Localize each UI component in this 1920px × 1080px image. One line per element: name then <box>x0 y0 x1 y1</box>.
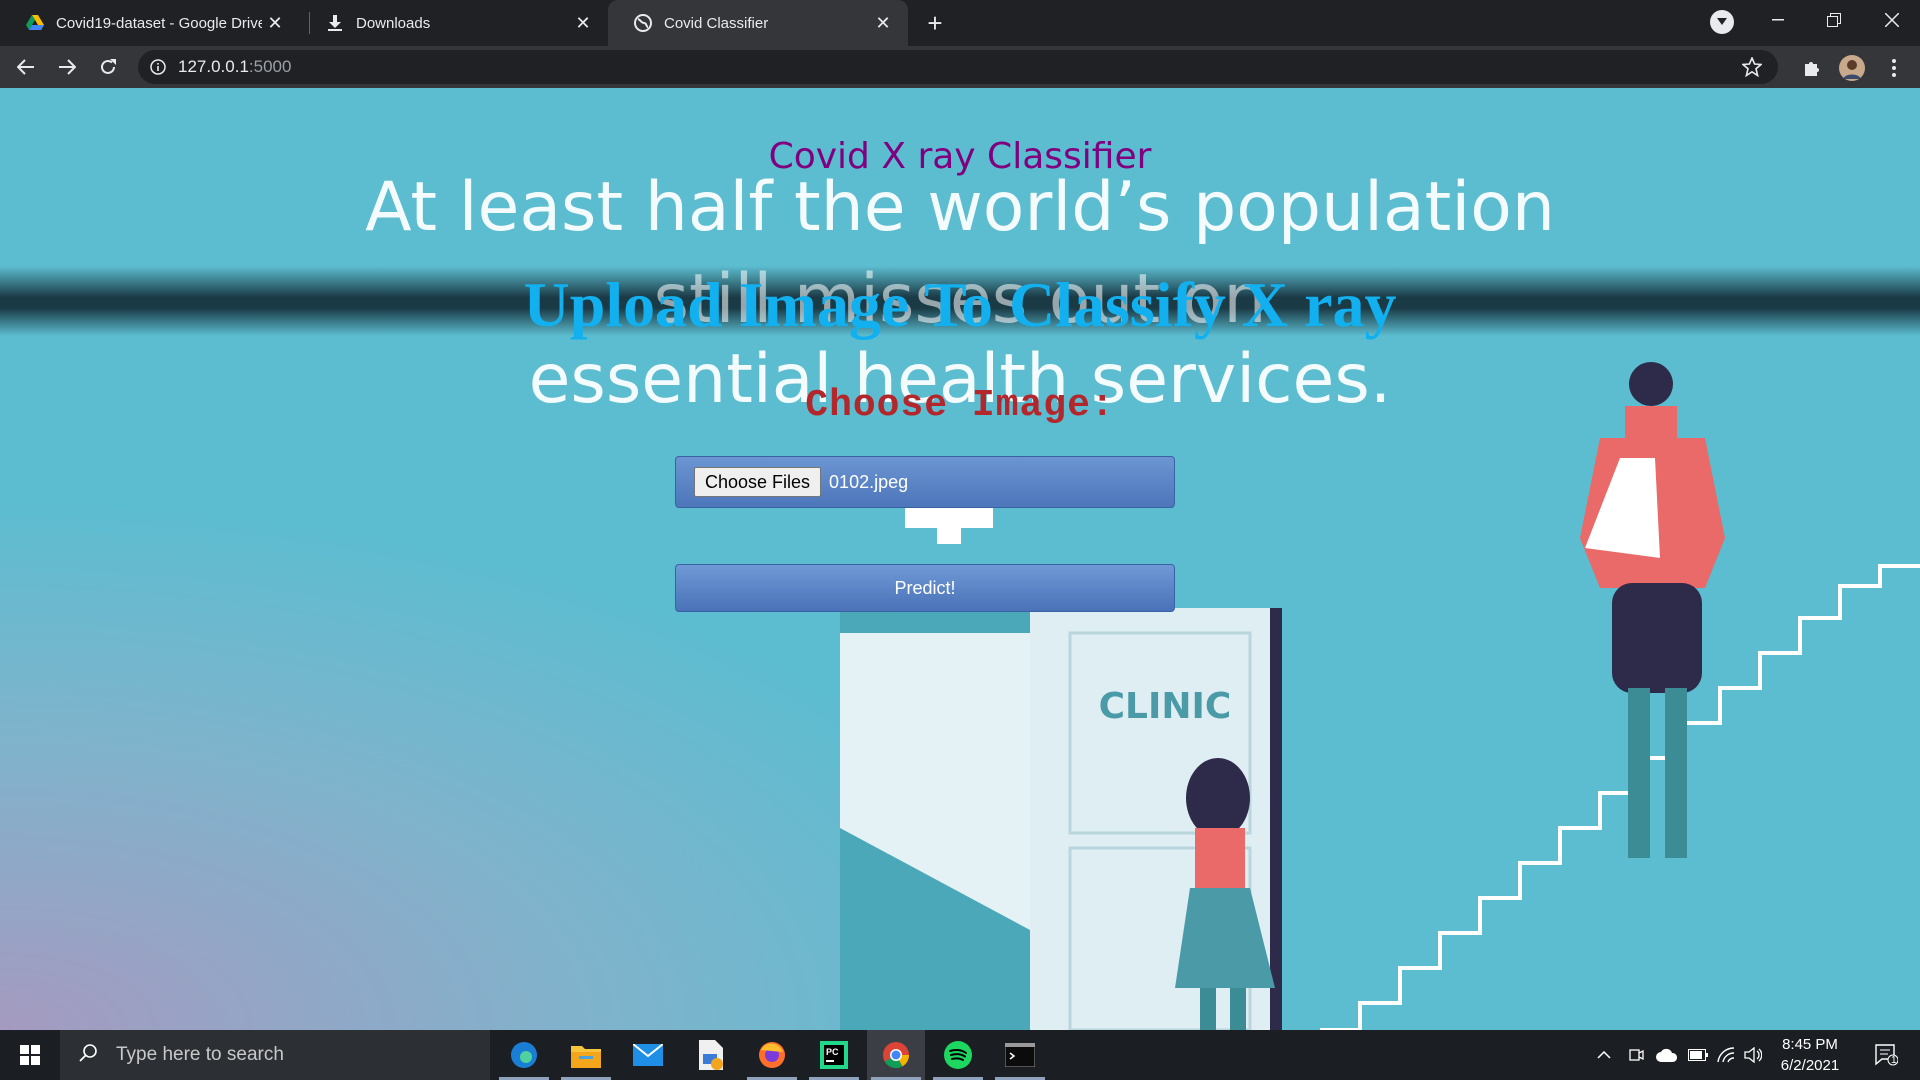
onedrive-cloud-icon[interactable] <box>1652 1030 1682 1080</box>
tab-covid-classifier[interactable]: Covid Classifier ✕ <box>608 0 908 46</box>
choose-image-label: Choose Image: <box>805 384 1115 427</box>
address-bar[interactable]: 127.0.0.1 :5000 <box>138 50 1778 84</box>
tab-title: Covid19-dataset - Google Drive <box>56 14 262 32</box>
google-drive-icon <box>26 14 44 32</box>
notification-count: 1 <box>1891 1055 1897 1066</box>
tab-google-drive[interactable]: Covid19-dataset - Google Drive ✕ <box>0 0 300 46</box>
browser-toolbar: 127.0.0.1 :5000 <box>0 46 1920 88</box>
tab-title: Covid Classifier <box>664 14 769 32</box>
restore-icon[interactable] <box>1806 0 1862 40</box>
upload-heading: Upload Image To Classify X ray <box>523 269 1397 340</box>
clinic-sign: CLINIC <box>1098 686 1232 727</box>
mail-icon[interactable] <box>619 1030 677 1080</box>
show-hidden-icons-chevron-icon[interactable] <box>1590 1030 1618 1080</box>
spotify-icon[interactable] <box>929 1030 987 1080</box>
tab-close-icon[interactable]: ✕ <box>570 10 596 36</box>
file-explorer-icon[interactable] <box>557 1030 615 1080</box>
url-host: 127.0.0.1 <box>178 57 249 76</box>
minimize-icon[interactable] <box>1750 0 1806 40</box>
clock-date: 6/2/2021 <box>1780 1057 1840 1074</box>
extensions-puzzle-icon[interactable] <box>1798 54 1826 82</box>
predict-button[interactable]: Predict! <box>675 564 1175 612</box>
svg-text:PC: PC <box>826 1047 839 1057</box>
firefox-icon[interactable] <box>743 1030 801 1080</box>
tab-close-icon[interactable]: ✕ <box>870 10 896 36</box>
search-placeholder: Type here to search <box>116 1044 284 1065</box>
windows-taskbar: Type here to search PC 8:45 PM 6/2/2021 … <box>0 1030 1920 1080</box>
forward-arrow-icon[interactable] <box>51 51 83 83</box>
download-icon <box>326 14 344 32</box>
browser-tabstrip: Covid19-dataset - Google Drive ✕ Downloa… <box>0 0 1920 46</box>
notification-center-icon[interactable]: 1 <box>1862 1030 1910 1080</box>
tab-close-icon[interactable]: ✕ <box>262 10 288 36</box>
bookmark-star-icon[interactable] <box>1740 55 1764 79</box>
tab-search-chevron-icon[interactable] <box>1710 10 1734 34</box>
globe-icon <box>634 14 652 32</box>
taskbar-clock[interactable]: 8:45 PM 6/2/2021 <box>1760 1034 1860 1076</box>
site-info-icon[interactable] <box>150 59 166 75</box>
chrome-menu-icon[interactable] <box>1880 54 1908 82</box>
search-icon <box>78 1043 98 1068</box>
edge-icon[interactable] <box>495 1030 553 1080</box>
new-tab-plus-icon[interactable]: + <box>920 8 950 38</box>
profile-avatar[interactable] <box>1838 54 1866 82</box>
terminal-icon[interactable] <box>991 1030 1049 1080</box>
url-port: :5000 <box>248 57 292 76</box>
battery-icon[interactable] <box>1684 1030 1712 1080</box>
close-window-icon[interactable] <box>1864 0 1920 40</box>
pycharm-icon[interactable]: PC <box>805 1030 863 1080</box>
wifi-icon[interactable] <box>1712 1030 1740 1080</box>
file-tool-icon[interactable] <box>681 1030 739 1080</box>
chrome-icon[interactable] <box>867 1030 925 1080</box>
reload-icon[interactable] <box>92 51 124 83</box>
taskbar-search-box[interactable]: Type here to search <box>60 1030 490 1080</box>
clock-time: 8:45 PM <box>1782 1036 1838 1053</box>
tab-downloads[interactable]: Downloads ✕ <box>300 0 608 46</box>
file-input[interactable]: Choose Files 0102.jpeg <box>675 456 1175 508</box>
tab-title: Downloads <box>356 14 431 32</box>
site-title: Covid X ray Classifier <box>768 136 1152 177</box>
windows-start-icon[interactable] <box>0 1030 60 1080</box>
page-viewport: At least half the world’s population sti… <box>0 88 1920 1030</box>
selected-file-name: 0102.jpeg <box>829 471 909 492</box>
background-headline-line-1: At least half the world’s population <box>365 168 1555 247</box>
back-arrow-icon[interactable] <box>10 51 42 83</box>
meet-now-icon[interactable] <box>1622 1030 1650 1080</box>
choose-files-button[interactable]: Choose Files <box>694 467 822 497</box>
